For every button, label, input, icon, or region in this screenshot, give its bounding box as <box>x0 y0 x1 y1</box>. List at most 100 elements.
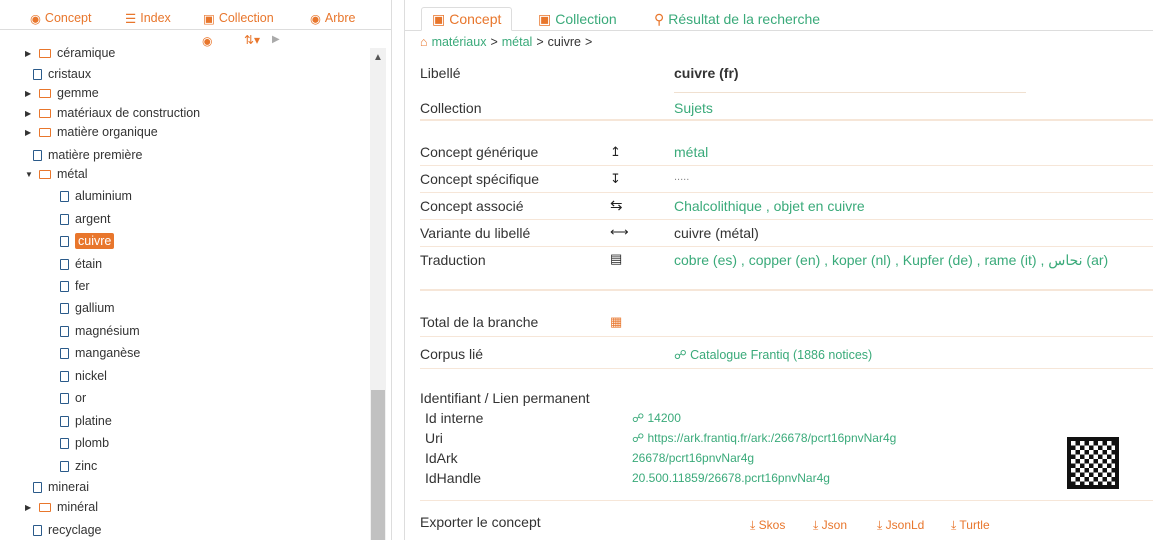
tree-icon: ◉ <box>310 11 321 26</box>
tree-node[interactable]: aluminium <box>52 187 132 205</box>
value-generic[interactable]: métal <box>674 144 708 160</box>
link-icon: ☍ <box>674 348 691 362</box>
document-icon <box>60 280 69 292</box>
tree-node[interactable]: ▼ métal <box>25 165 88 183</box>
tab-collection[interactable]: ▣ Collection <box>528 7 627 31</box>
idark-value[interactable]: 26678/pcrt16pnvNar4g <box>632 451 754 465</box>
tree-node[interactable]: minerai <box>25 478 89 496</box>
tree-node-label: nickel <box>75 369 107 383</box>
caret-right-icon[interactable]: ▶ <box>25 503 33 512</box>
value-collection[interactable]: Sujets <box>674 100 713 116</box>
tree-node-label: minerai <box>48 480 89 494</box>
left-tab-arbre[interactable]: ◉ Arbre <box>310 8 356 28</box>
tree-node[interactable]: étain <box>52 255 102 273</box>
tree-node[interactable]: ▶ matériaux de construction <box>25 104 200 122</box>
document-icon <box>33 68 42 80</box>
tree-node-label: zinc <box>75 459 98 473</box>
tree-node[interactable]: plomb <box>52 434 109 452</box>
document-icon <box>33 524 42 536</box>
folder-icon <box>39 108 51 118</box>
export-jsonld-link[interactable]: ⤓ JsonLd <box>877 518 924 533</box>
search-icon: ⚲ <box>654 10 665 27</box>
left-tab-collection[interactable]: ▣ Collection <box>203 8 274 28</box>
calculator-icon[interactable]: ▦ <box>610 314 622 330</box>
caret-right-icon[interactable]: ▶ <box>25 89 33 98</box>
tree-node-label: matière organique <box>57 125 158 139</box>
tree-node-label: matière première <box>48 148 143 162</box>
export-skos-link[interactable]: ⤓ Skos <box>750 518 785 533</box>
caret-down-icon[interactable]: ▼ <box>25 170 33 179</box>
next-icon[interactable]: ▶ <box>272 34 280 45</box>
left-panel: ◉ Concept ☰ Index ▣ Collection ◉ Arbre ◉ ⇅▾ … <box>0 0 392 540</box>
export-json-link[interactable]: ⤓ Json <box>813 518 847 533</box>
folder-icon <box>39 502 51 512</box>
tree-node[interactable]: fer <box>52 277 90 295</box>
tree-node-label: matériaux de construction <box>57 106 201 120</box>
tree-node-label: céramique <box>57 46 116 60</box>
tree-node-label: argent <box>75 212 111 226</box>
document-icon <box>33 149 42 161</box>
tree-node[interactable]: ▶ céramique <box>25 44 115 62</box>
label-identifier: Identifiant / Lien permanent <box>420 390 590 406</box>
label-translation: Traduction <box>420 252 486 268</box>
label-export: Exporter le concept <box>420 514 541 530</box>
tab-search-results[interactable]: ⚲ Résultat de la recherche <box>644 7 830 31</box>
tree-node[interactable]: nickel <box>52 367 107 385</box>
caret-right-icon[interactable]: ▶ <box>25 109 33 118</box>
collection-icon: ▣ <box>203 11 215 26</box>
exchange-icon: ⇆ <box>610 197 623 214</box>
value-translation[interactable]: cobre (es) , copper (en) , koper (nl) , … <box>674 252 1108 269</box>
caret-right-icon[interactable]: ▶ <box>25 49 33 58</box>
label-specific: Concept spécifique <box>420 171 540 187</box>
tree-node[interactable]: matière première <box>25 146 142 164</box>
id-interne-link[interactable]: ☍ 14200 <box>632 411 681 425</box>
corpus-link[interactable]: ☍ Catalogue Frantiq (1886 notices) <box>674 347 872 362</box>
breadcrumb: ⌂ matériaux > métal > cuivre > <box>420 35 593 49</box>
tree-node[interactable]: ▶ matière organique <box>25 123 158 141</box>
document-icon <box>60 325 69 337</box>
tree-node[interactable]: cuivre <box>52 232 115 250</box>
home-icon[interactable]: ⌂ <box>420 35 428 49</box>
tree-node[interactable]: ▶ gemme <box>25 84 99 102</box>
tree-node[interactable]: gallium <box>52 299 115 317</box>
scrollbar-thumb[interactable] <box>371 390 385 540</box>
document-icon <box>60 370 69 382</box>
tree-node-label: gallium <box>75 301 115 315</box>
tree-node-label: cristaux <box>48 67 92 81</box>
sort-dropdown-icon[interactable]: ⇅▾ <box>244 33 260 47</box>
document-icon <box>60 392 69 404</box>
label-idhandle: IdHandle <box>425 470 482 486</box>
tree-node[interactable]: argent <box>52 210 110 228</box>
tree-node-label: aluminium <box>75 189 132 203</box>
folder-icon <box>39 169 51 179</box>
arrow-up-icon: ↥ <box>610 144 621 159</box>
document-icon <box>60 347 69 359</box>
uri-link[interactable]: ☍ https://ark.frantiq.fr/ark:/26678/pcrt… <box>632 431 896 445</box>
collection-icon: ▣ <box>538 10 552 27</box>
export-turtle-link[interactable]: ⤓ Turtle <box>951 518 990 533</box>
tree-node-label: étain <box>75 257 103 271</box>
tree-node[interactable]: or <box>52 389 86 407</box>
left-tab-index[interactable]: ☰ Index <box>125 8 171 28</box>
scroll-up-icon[interactable]: ▲ <box>373 52 383 63</box>
left-tab-concept[interactable]: ◉ Concept <box>30 8 91 28</box>
label-variant: Variante du libellé <box>420 225 531 241</box>
tree-node-label: minéral <box>57 500 98 514</box>
tree-node[interactable]: manganèse <box>52 344 140 362</box>
caret-right-icon[interactable]: ▶ <box>25 128 33 137</box>
tree-node[interactable]: ▶ minéral <box>25 498 98 516</box>
label-uri: Uri <box>425 430 443 446</box>
tree-node[interactable]: platine <box>52 412 112 430</box>
hierarchy-icon[interactable]: ◉ <box>202 34 212 48</box>
document-icon <box>60 235 69 247</box>
idhandle-value[interactable]: 20.500.11859/26678.pcrt16pnvNar4g <box>632 471 830 485</box>
tree-node[interactable]: magnésium <box>52 322 140 340</box>
tree-node[interactable]: cristaux <box>25 65 91 83</box>
tree-node[interactable]: recyclage <box>25 521 102 539</box>
value-associated[interactable]: Chalcolithique , objet en cuivre <box>674 198 865 214</box>
document-icon <box>60 302 69 314</box>
value-specific: ..... <box>674 171 690 183</box>
tab-concept[interactable]: ▣ Concept <box>421 7 513 31</box>
tree-node[interactable]: zinc <box>52 457 97 475</box>
document-icon <box>60 415 69 427</box>
